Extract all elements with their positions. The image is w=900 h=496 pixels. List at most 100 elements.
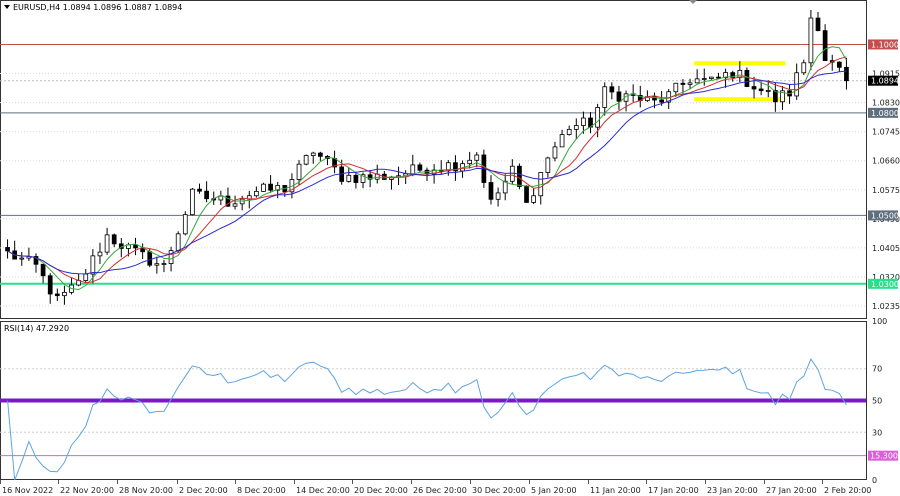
candle-body xyxy=(716,76,721,79)
candle-body xyxy=(318,152,323,157)
rsi-tick-label: 70 xyxy=(872,365,882,374)
candle-body xyxy=(751,86,757,90)
candle-body xyxy=(488,182,494,200)
current-price-tag: 1.0894 xyxy=(871,77,899,86)
candle-body xyxy=(232,203,238,207)
time-tick-label: 2 Dec 20:00 xyxy=(179,486,228,495)
rsi-tick-label: 100 xyxy=(872,317,887,326)
time-tick-label: 8 Dec 20:00 xyxy=(237,486,286,495)
candle-body xyxy=(40,263,46,277)
candle-body xyxy=(687,82,693,85)
level-tag-label: 1.1000 xyxy=(871,40,899,49)
level-tag-label: 1.0300 xyxy=(871,280,899,289)
rsi-tick-label: 0 xyxy=(872,476,877,485)
candle-body xyxy=(218,195,224,201)
candle-body xyxy=(268,183,273,191)
time-tick-label: 16 Nov 2022 xyxy=(2,486,53,495)
candle-body xyxy=(417,164,423,171)
candle-body xyxy=(552,146,558,159)
time-tick-label: 5 Jan 20:00 xyxy=(531,486,577,495)
candle-body xyxy=(310,152,316,156)
candle-body xyxy=(296,163,302,180)
candle-body xyxy=(410,164,416,175)
candle-body xyxy=(602,86,608,108)
price-tick-label: 1.0830 xyxy=(872,99,900,108)
time-tick-label: 20 Dec 20:00 xyxy=(354,486,408,495)
candle-body xyxy=(822,30,828,61)
candle-body xyxy=(545,157,551,173)
rsi-level-tag: 15.3000 xyxy=(870,452,900,461)
time-tick-label: 23 Jan 20:00 xyxy=(707,486,758,495)
rsi-tick-label: 50 xyxy=(872,397,882,406)
candle-body xyxy=(559,134,565,148)
candle-body xyxy=(353,174,359,183)
candle-body xyxy=(133,244,138,249)
candle-body xyxy=(111,234,117,245)
candle-body xyxy=(659,99,664,103)
candle-body xyxy=(467,159,473,165)
price-panel-frame xyxy=(0,0,867,319)
candle-body xyxy=(581,117,586,126)
chart-window: 1.02351.03201.04051.04901.05751.06601.07… xyxy=(0,0,900,496)
candle-body xyxy=(62,291,67,297)
candle-body xyxy=(54,293,60,297)
candle-body xyxy=(495,192,501,200)
candle-body xyxy=(161,263,167,265)
candle-body xyxy=(154,263,160,266)
price-tick-label: 1.0575 xyxy=(872,186,900,195)
candle-body xyxy=(808,17,814,64)
candle-body xyxy=(744,70,750,87)
candle-body xyxy=(90,255,96,275)
candle-body xyxy=(524,186,529,203)
candle-body xyxy=(19,257,25,260)
candle-body xyxy=(261,183,266,192)
time-tick-label: 2 Feb 20:00 xyxy=(824,486,871,495)
candle-body xyxy=(673,82,679,93)
candle-body xyxy=(758,88,764,92)
candle-body xyxy=(531,195,536,203)
candle-body xyxy=(303,155,309,165)
candle-body xyxy=(765,90,771,92)
candle-body xyxy=(5,247,10,252)
candle-body xyxy=(709,76,714,79)
time-tick-label: 11 Jan 20:00 xyxy=(590,486,641,495)
candle-body xyxy=(815,17,821,32)
candle-body xyxy=(190,188,195,216)
candle-body xyxy=(182,214,188,235)
level-tag-label: 1.0800 xyxy=(871,109,899,118)
candle-body xyxy=(680,82,686,85)
candle-body xyxy=(836,61,842,68)
candle-body xyxy=(197,188,202,192)
level-tag-label: 1.0500 xyxy=(871,211,899,220)
candle-body xyxy=(694,78,700,84)
time-tick-label: 14 Dec 20:00 xyxy=(296,486,350,495)
price-tick-label: 1.0235 xyxy=(872,302,900,311)
candle-body xyxy=(609,86,615,93)
candle-body xyxy=(474,154,480,161)
candle-body xyxy=(573,125,579,130)
rsi-header: RSI(14) 47.2920 xyxy=(4,324,69,333)
time-tick-label: 17 Jan 20:00 xyxy=(648,486,699,495)
candle-body xyxy=(595,107,600,128)
time-tick-label: 30 Dec 20:00 xyxy=(472,486,526,495)
price-tick-label: 1.0745 xyxy=(872,128,900,137)
time-tick-label: 26 Dec 20:00 xyxy=(413,486,467,495)
candle-body xyxy=(104,234,110,253)
candle-body xyxy=(517,165,522,187)
trading-chart[interactable]: 1.02351.03201.04051.04901.05751.06601.07… xyxy=(0,0,900,496)
candle-body xyxy=(844,66,849,82)
symbol-header: EURUSD,H4 1.0894 1.0896 1.0887 1.0894 xyxy=(13,3,182,12)
candle-body xyxy=(47,275,53,295)
price-tick-label: 1.0405 xyxy=(872,244,900,253)
rsi-tick-label: 30 xyxy=(872,428,882,437)
candle-body xyxy=(83,273,89,281)
candle-body xyxy=(346,174,352,182)
candle-body xyxy=(801,62,807,74)
candle-body xyxy=(701,78,707,80)
time-tick-label: 22 Nov 20:00 xyxy=(60,486,114,495)
candle-body xyxy=(254,191,259,197)
candle-body xyxy=(175,233,181,251)
candle-body xyxy=(97,251,103,257)
price-tick-label: 1.0660 xyxy=(872,157,900,166)
time-tick-label: 27 Jan 20:00 xyxy=(766,486,817,495)
